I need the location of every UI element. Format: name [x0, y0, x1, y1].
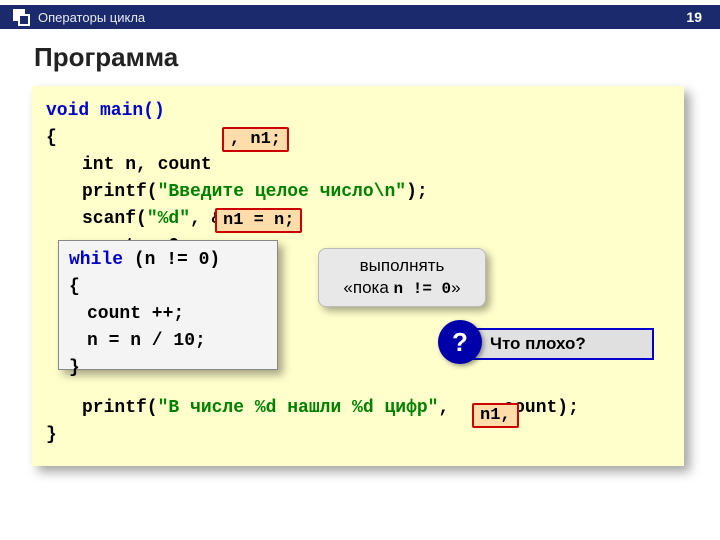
printf1-string: "Введите целое число\n": [158, 182, 406, 202]
while-rbrace: }: [69, 355, 267, 382]
kw-while: while: [69, 250, 123, 270]
badge-n1-call: n1,: [472, 403, 519, 428]
topbar-decoration-square2: [18, 14, 30, 26]
question-mark-icon: ?: [438, 320, 482, 364]
slide: Операторы цикла 19 Программа void main()…: [0, 0, 720, 540]
question-box: Что плохо?: [458, 328, 654, 360]
callout-line2: «пока n != 0»: [329, 277, 475, 300]
slide-heading: Программа: [34, 42, 178, 73]
badge-n1-assign: n1 = n;: [215, 208, 302, 233]
callout-box: выполнять «пока n != 0»: [318, 248, 486, 307]
callout-quote-close: »: [451, 278, 460, 297]
while-block: while (n != 0) { count ++; n = n / 10; }: [58, 240, 278, 370]
printf2-string: "В числе %d нашли %d цифр": [158, 398, 439, 418]
kw-void-main: void main(): [46, 101, 165, 121]
page-number: 19: [686, 9, 702, 25]
while-cond: (n != 0): [123, 250, 220, 270]
printf1-suffix: );: [406, 182, 428, 202]
callout-line1: выполнять: [329, 255, 475, 277]
question-text: Что плохо?: [490, 334, 586, 354]
decl-prefix: int n, count: [82, 155, 212, 175]
scanf-prefix: scanf(: [82, 209, 147, 229]
printf1-prefix: printf(: [82, 182, 158, 202]
callout-cond: n != 0: [394, 280, 452, 298]
while-body2: n = n / 10;: [69, 328, 267, 355]
topbar-title: Операторы цикла: [38, 10, 145, 25]
topbar: Операторы цикла 19: [0, 5, 720, 29]
while-lbrace: {: [69, 274, 267, 301]
scanf-string: "%d": [147, 209, 190, 229]
while-body1: count ++;: [69, 301, 267, 328]
badge-n1-decl: , n1;: [222, 127, 289, 152]
printf2-prefix: printf(: [82, 398, 158, 418]
callout-quote-open: «пока: [343, 278, 393, 297]
